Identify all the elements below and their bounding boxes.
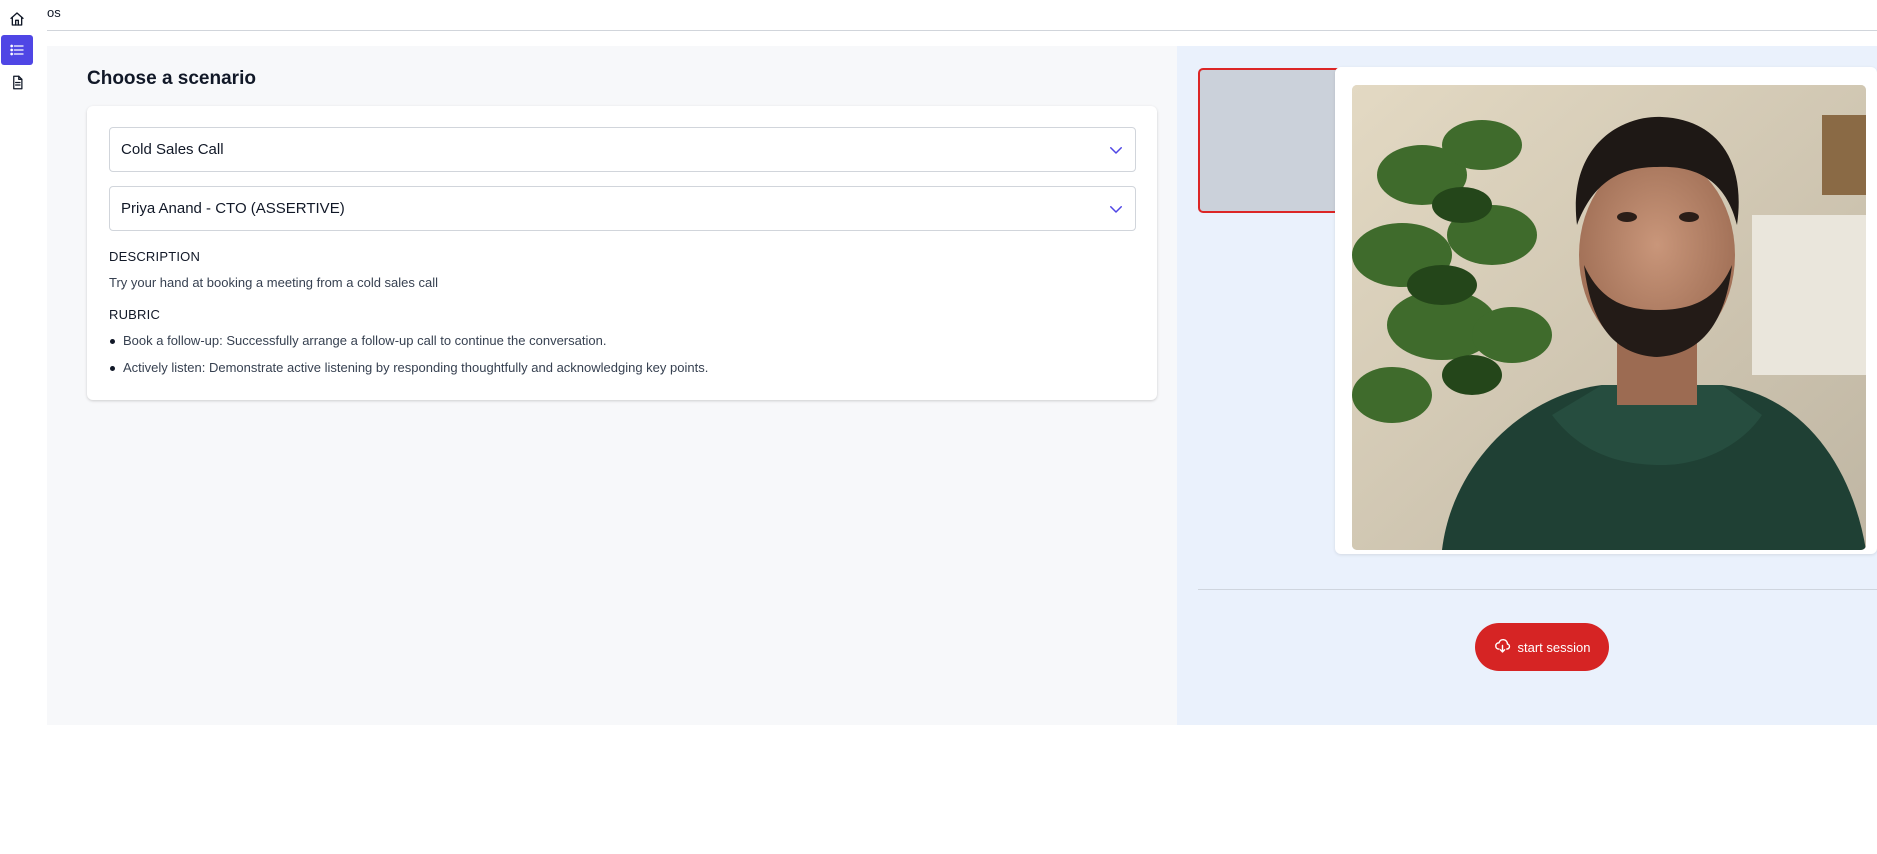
self-video-tile [1198,68,1344,213]
sidebar-item-home[interactable] [1,4,33,34]
page-title: Choose a scenario [87,68,256,89]
video-card [1335,67,1877,554]
sidebar-rail [0,0,33,854]
cloud-download-icon [1494,637,1511,657]
divider [1198,589,1877,590]
persona-select-value: Priya Anand - CTO (ASSERTIVE) [121,200,345,217]
rubric-list: Book a follow-up: Successfully arrange a… [109,333,1109,387]
rubric-label: RUBRIC [109,307,161,322]
scenario-panel: Choose a scenario Cold Sales Call Priya … [47,46,1177,725]
sidebar-item-documents[interactable] [1,67,33,97]
sidebar-item-scenarios[interactable] [1,35,33,65]
chevron-down-icon [1107,141,1125,164]
camera-feed-image [1352,85,1866,550]
camera-feed [1352,85,1866,550]
rubric-item: Actively listen: Demonstrate active list… [109,360,1109,387]
scenario-select[interactable]: Cold Sales Call [109,127,1136,172]
description-label: DESCRIPTION [109,249,201,264]
scenario-select-value: Cold Sales Call [121,141,224,158]
scenario-card: Cold Sales Call Priya Anand - CTO (ASSER… [87,106,1157,400]
video-panel: start session [1177,46,1877,725]
start-session-button[interactable]: start session [1475,623,1609,671]
top-bar: os [47,0,1877,31]
persona-select[interactable]: Priya Anand - CTO (ASSERTIVE) [109,186,1136,231]
app-root: os Choose a scenario Cold Sales Call Pri… [0,0,1877,854]
list-icon [9,42,25,58]
document-icon [10,75,25,90]
start-session-label: start session [1517,639,1591,655]
home-icon [9,11,25,27]
rubric-item: Book a follow-up: Successfully arrange a… [109,333,1109,360]
chevron-down-icon [1107,200,1125,223]
app-title: os [47,5,61,20]
description-text: Try your hand at booking a meeting from … [109,275,439,290]
